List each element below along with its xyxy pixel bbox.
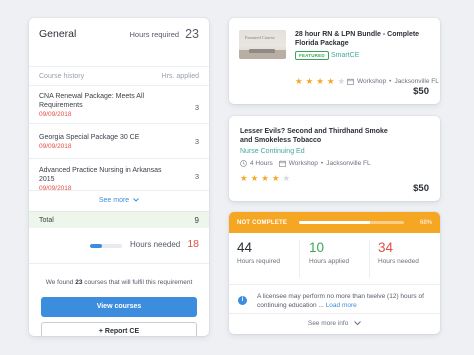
hours-required-label: Hours required	[129, 29, 180, 39]
chevron-down-icon	[354, 320, 361, 325]
hours-required-value: 23	[185, 27, 199, 41]
chevron-down-icon	[133, 198, 140, 202]
course-card[interactable]: Lesser Evils? Second and Thirdhand Smoke…	[229, 116, 440, 201]
stat-value: 44	[237, 240, 253, 255]
course-provider[interactable]: Nurse Continuing Ed	[240, 148, 305, 155]
total-value: 9	[194, 215, 199, 225]
course-meta: 4 Hours Workshop • Jacksonville FL	[240, 160, 371, 167]
total-label: Total	[39, 216, 54, 224]
star-icon: ★	[326, 76, 335, 86]
course-card[interactable]: Featured Course 28 hour RN & LPN Bundle …	[229, 18, 440, 104]
course-provider[interactable]: SmartCE	[331, 52, 359, 59]
course-price: $50	[413, 183, 429, 194]
course-history-label: Course history	[39, 72, 85, 80]
completion-header: NOT COMPLETE 68%	[229, 212, 440, 233]
course-format: Workshop	[357, 78, 387, 85]
course-price: $50	[413, 86, 429, 97]
completion-progress-bar	[299, 221, 404, 224]
see-more-info-link[interactable]: See more info	[229, 313, 440, 334]
history-course-date: 09/09/2018	[39, 143, 72, 150]
course-title[interactable]: 28 hour RN & LPN Bundle - Complete Flori…	[295, 30, 435, 48]
see-more-link[interactable]: See more	[29, 191, 209, 211]
requirement-title: General	[39, 28, 77, 40]
hours-progress-bar	[90, 244, 122, 248]
found-courses-text: We found 23 courses that will fulfil thi…	[29, 279, 209, 286]
hours-progress-fill	[90, 244, 103, 248]
star-icon: ★	[305, 76, 314, 86]
requirement-header: General Hours required 23	[29, 18, 209, 50]
stat-hours-required: 44 Hours required	[229, 240, 299, 282]
rating-stars: ★ ★ ★ ★ ★	[295, 77, 345, 86]
history-row[interactable]: Advanced Practice Nursing in Arkansas 20…	[29, 159, 209, 192]
stat-label: Hours applied	[309, 258, 350, 265]
history-course-date: 09/09/2018	[39, 111, 72, 118]
course-location: Workshop • Jacksonville FL	[347, 78, 439, 85]
report-ce-button[interactable]: + Report CE	[41, 322, 197, 336]
star-icon: ★	[271, 173, 280, 183]
hours-needed-row: Hours needed 18	[29, 228, 209, 264]
view-courses-button[interactable]: View courses	[41, 297, 197, 317]
course-history-header: Course history Hrs. applied	[29, 66, 209, 86]
history-course-hours: 3	[194, 172, 199, 181]
completion-percent: 68%	[419, 219, 432, 226]
course-format: Workshop	[288, 160, 318, 167]
hours-needed-value: 18	[187, 238, 199, 250]
history-row[interactable]: Georgia Special Package 30 CE 09/09/2018…	[29, 124, 209, 159]
stat-value: 34	[378, 240, 394, 255]
history-course-name: Advanced Practice Nursing in Arkansas 20…	[39, 167, 162, 183]
info-notice: i A licensee may perform no more than tw…	[229, 284, 440, 310]
stat-hours-needed: 34 Hours needed	[370, 240, 440, 282]
stat-hours-applied: 10 Hours applied	[301, 240, 371, 282]
course-hours: 4 Hours	[250, 160, 273, 167]
clock-icon	[240, 160, 247, 167]
found-suffix: courses that will fulfil this requiremen…	[84, 279, 193, 286]
stat-label: Hours needed	[378, 258, 419, 265]
load-more-link[interactable]: Load more	[326, 302, 357, 309]
see-more-label: See more	[98, 197, 130, 204]
requirement-card: General Hours required 23 Course history…	[29, 18, 209, 336]
divider	[299, 240, 300, 278]
course-city: Jacksonville FL	[326, 160, 371, 167]
found-count: 23	[75, 279, 83, 286]
star-icon: ★	[240, 173, 248, 183]
thumbnail-text: Featured Course	[245, 35, 275, 40]
stat-value: 10	[309, 240, 325, 255]
history-course-name: Georgia Special Package 30 CE	[39, 134, 140, 141]
info-icon: i	[238, 296, 247, 305]
star-icon: ★	[250, 173, 259, 183]
completion-card: NOT COMPLETE 68% 44 Hours required 10 Ho…	[229, 212, 440, 334]
rating-stars: ★ ★ ★ ★ ★	[240, 174, 290, 183]
hrs-applied-label: Hrs. applied	[161, 72, 199, 80]
history-course-hours: 3	[194, 137, 199, 146]
separator: •	[389, 78, 392, 85]
history-course-name: CNA Renewal Package: Meets All Requireme…	[39, 93, 145, 109]
course-title[interactable]: Lesser Evils? Second and Thirdhand Smoke…	[240, 127, 400, 145]
calendar-icon	[278, 160, 286, 167]
star-icon: ★	[261, 173, 269, 183]
completion-status: NOT COMPLETE	[237, 219, 288, 226]
course-thumbnail: Featured Course	[239, 30, 286, 59]
star-icon: ★	[316, 76, 324, 86]
hours-needed-label: Hours needed	[130, 240, 181, 249]
stat-label: Hours required	[237, 258, 280, 265]
total-row: Total 9	[29, 211, 209, 228]
course-city: Jacksonville FL	[394, 78, 439, 85]
history-row[interactable]: CNA Renewal Package: Meets All Requireme…	[29, 86, 209, 124]
separator: •	[320, 160, 324, 167]
found-prefix: We found	[45, 279, 74, 286]
calendar-icon	[347, 78, 354, 85]
see-more-info-label: See more info	[307, 320, 349, 327]
star-icon: ★	[337, 76, 346, 86]
star-icon: ★	[295, 76, 303, 86]
completion-progress-fill	[299, 221, 371, 224]
featured-badge: FEATURED	[295, 51, 329, 60]
history-course-hours: 3	[194, 103, 199, 112]
star-icon: ★	[282, 173, 291, 183]
